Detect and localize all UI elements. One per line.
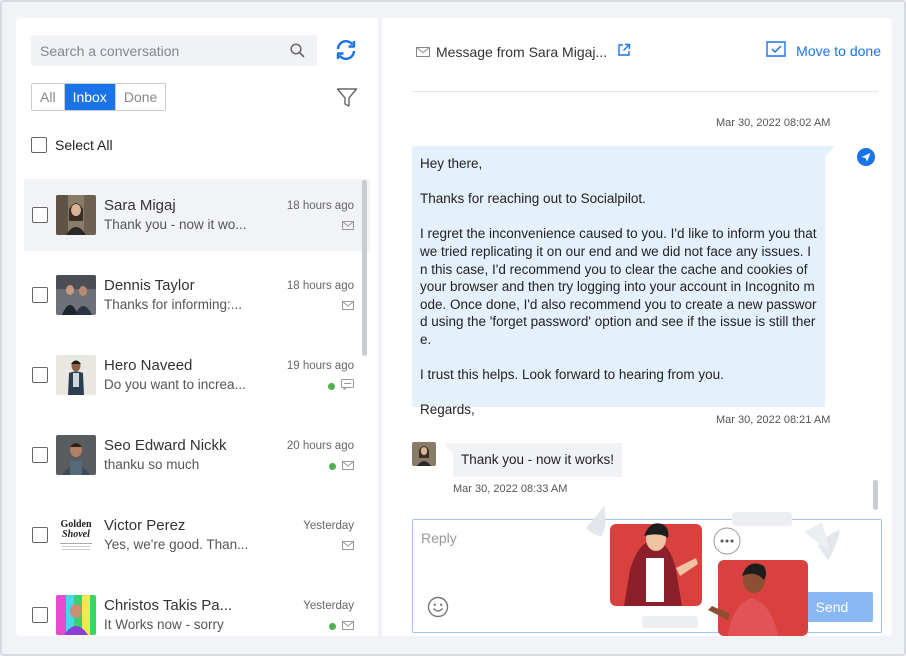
inbox-check-icon [766,41,786,60]
avatar [56,275,96,315]
conversation-item[interactable]: Dennis Taylor Thanks for informing:... 1… [24,259,370,331]
envelope-icon [342,457,354,475]
conversation-header: Message from Sara Migaj... Move to done [382,18,892,92]
message-preview: thanku so much [104,457,200,472]
filter-icon[interactable] [336,87,358,114]
contact-name: Hero Naveed [104,357,193,374]
timestamp: 18 hours ago [286,280,354,292]
item-meta [342,297,354,315]
item-meta [328,377,354,395]
contact-name: Sara Migaj [104,197,176,214]
avatar [56,195,96,235]
contact-name: Seo Edward Nickk [104,437,227,454]
message-preview: Thanks for informing:... [104,297,243,312]
search-input[interactable] [31,35,281,66]
inbox-app: All Inbox Done Select All Sara Migaj Tha… [16,18,892,636]
message-preview: Yes, we're good. Than... [104,537,249,552]
message-paragraph: I trust this helps. Look forward to hear… [420,367,724,383]
item-meta [342,537,354,555]
message-paragraph: I regret the inconvenience caused to you… [420,226,817,347]
conversation-item[interactable]: Golden Shovel Victor Perez Yes, we're go… [24,499,370,571]
bubble-tail [823,146,835,158]
send-status-icon [857,148,875,171]
conversation-checkbox[interactable] [32,607,48,623]
filter-tabs: All Inbox Done [31,83,167,111]
incoming-message-text: Thank you - now it works! [461,452,615,467]
message-timestamp: Mar 30, 2022 08:02 AM [716,117,831,129]
search-icon[interactable] [290,43,305,63]
contact-name: Dennis Taylor [104,277,195,294]
conversation-checkbox[interactable] [32,367,48,383]
conversation-title-text: Message from Sara Migaj... [436,43,608,60]
list-scrollbar[interactable] [362,180,367,356]
message-timestamp: Mar 30, 2022 08:21 AM [716,414,831,426]
timestamp: Yesterday [303,520,354,532]
move-to-done-button[interactable]: Move to done [766,41,881,60]
envelope-icon [342,297,354,315]
conversation-item[interactable]: Hero Naveed Do you want to increa... 19 … [24,339,370,411]
message-preview: It Works now - sorry [104,617,224,632]
move-to-done-label: Move to done [796,42,881,59]
search-box [31,35,317,66]
incoming-message: Thank you - now it works! [443,443,623,477]
avatar [412,442,436,466]
envelope-icon [342,217,354,235]
select-all[interactable]: Select All [31,137,113,153]
message-paragraph: Hey there, [420,156,483,171]
header-divider [412,91,878,92]
outgoing-message: Hey there, Thanks for reaching out to So… [412,146,835,417]
conversation-checkbox[interactable] [32,527,48,543]
contact-name: Victor Perez [104,517,186,534]
timestamp: Yesterday [303,600,354,612]
envelope-icon [416,44,430,60]
online-dot [329,622,336,630]
avatar [56,595,96,635]
avatar [56,355,96,395]
envelope-icon [342,617,354,635]
bubble-tail [443,443,455,455]
conversation-list: Sara Migaj Thank you - now it wo... 18 h… [24,179,370,636]
chat-illustration [578,502,878,636]
emoji-icon[interactable] [427,596,449,623]
tab-inbox[interactable]: Inbox [64,84,116,110]
contact-name: Christos Takis Pa... [104,597,233,614]
online-dot [328,382,335,390]
timestamp: 20 hours ago [286,440,354,452]
conversation-checkbox[interactable] [32,207,48,223]
online-dot [329,462,336,470]
conversation-item[interactable]: Sara Migaj Thank you - now it wo... 18 h… [24,179,370,251]
conversation-title: Message from Sara Migaj... [416,43,631,60]
timestamp: 18 hours ago [286,200,354,212]
conversation-checkbox[interactable] [32,287,48,303]
envelope-icon [342,537,354,555]
select-all-checkbox[interactable] [31,137,47,153]
message-timestamp: Mar 30, 2022 08:33 AM [453,483,568,495]
conversation-item[interactable]: Seo Edward Nickk thanku so much 20 hours… [24,419,370,491]
message-panel: Message from Sara Migaj... Move to done … [382,18,892,636]
avatar [56,435,96,475]
tab-done[interactable]: Done [116,84,165,110]
item-meta [329,617,354,635]
message-paragraph: Thanks for reaching out to Socialpilot. [420,191,646,207]
item-meta [342,217,354,235]
conversation-checkbox[interactable] [32,447,48,463]
logo-avatar: Golden Shovel [56,515,96,555]
tab-all[interactable]: All [32,84,65,110]
logo-text-line: Shovel [62,529,90,540]
chat-bubble-icon [341,377,354,395]
timestamp: 19 hours ago [286,360,354,372]
select-all-label: Select All [55,137,113,153]
refresh-icon[interactable] [334,38,358,67]
conversation-item[interactable]: Christos Takis Pa... It Works now - sorr… [24,579,370,636]
item-meta [329,457,354,475]
external-link-icon[interactable] [617,43,631,60]
message-preview: Do you want to increa... [104,377,246,392]
message-preview: Thank you - now it wo... [104,217,247,232]
conversation-panel: All Inbox Done Select All Sara Migaj Tha… [16,18,378,636]
